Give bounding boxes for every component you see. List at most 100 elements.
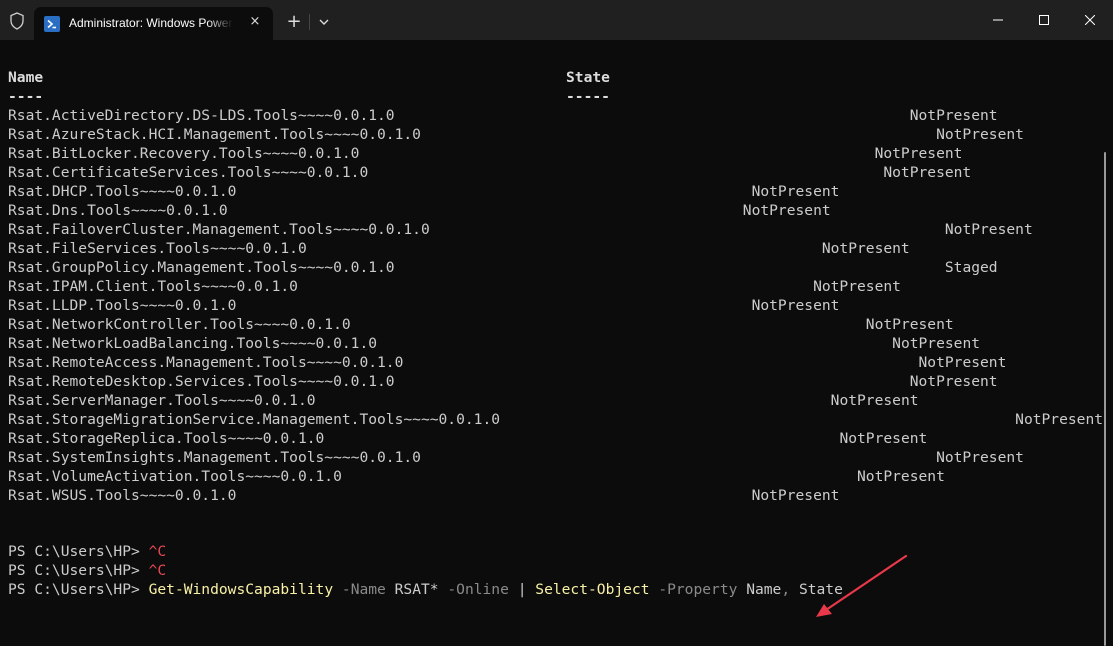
- tab-title: Administrator: Windows PowerShell: [69, 16, 233, 30]
- capability-state: NotPresent: [944, 221, 1033, 238]
- table-row: Rsat.IPAM.Client.Tools~~~~0.0.1.0 NotPres…: [8, 277, 901, 296]
- comma: ,: [781, 581, 791, 598]
- arrow-annotation: [816, 554, 908, 617]
- capability-name: Rsat.IPAM.Client.Tools~~~~0.0.1.0: [8, 278, 298, 295]
- capability-state: NotPresent: [1015, 411, 1104, 428]
- close-button[interactable]: [1067, 0, 1113, 40]
- title-bar: Administrator: Windows PowerShell × +: [0, 0, 1113, 40]
- capability-name: Rsat.LLDP.Tools~~~~0.0.1.0: [8, 297, 237, 314]
- capability-state: NotPresent: [751, 487, 840, 504]
- capability-name: Rsat.RemoteAccess.Management.Tools~~~~0.…: [8, 354, 404, 371]
- shield-icon[interactable]: [7, 11, 27, 31]
- tab-powershell[interactable]: Administrator: Windows PowerShell ×: [34, 7, 273, 40]
- chevron-down-icon[interactable]: [313, 11, 335, 33]
- capability-name: Rsat.WSUS.Tools~~~~0.0.1.0: [8, 487, 237, 504]
- capability-name: Rsat.DHCP.Tools~~~~0.0.1.0: [8, 183, 237, 200]
- capability-state: NotPresent: [830, 392, 919, 409]
- cmdlet-get-windowscapability: Get-WindowsCapability: [148, 581, 334, 598]
- capability-name: Rsat.VolumeActivation.Tools~~~~0.0.1.0: [8, 468, 342, 485]
- name-value: RSAT*: [394, 581, 439, 598]
- capability-state: NotPresent: [821, 240, 910, 257]
- table-row: Rsat.FileServices.Tools~~~~0.0.1.0 NotPre…: [8, 239, 910, 258]
- table-row: Rsat.ActiveDirectory.DS-LDS.Tools~~~~0.0…: [8, 106, 998, 125]
- table-row: Rsat.WSUS.Tools~~~~0.0.1.0 NotPresent: [8, 486, 839, 505]
- property-name: Name: [746, 581, 782, 598]
- table-row: Rsat.StorageReplica.Tools~~~~0.0.1.0 NotP…: [8, 429, 927, 448]
- capability-name: Rsat.CertificateServices.Tools~~~~0.0.1.…: [8, 164, 369, 181]
- underline-name: ----: [8, 88, 44, 105]
- param-online: -Online: [447, 581, 509, 598]
- capability-name: Rsat.FailoverCluster.Management.Tools~~~…: [8, 221, 430, 238]
- capability-state: NotPresent: [813, 278, 901, 295]
- table-row: Rsat.AzureStack.HCI.Management.Tools~~~~…: [8, 125, 1024, 144]
- capability-name: Rsat.Dns.Tools~~~~0.0.1.0: [8, 202, 228, 219]
- tab-close-button[interactable]: ×: [244, 11, 266, 33]
- capability-state: NotPresent: [936, 449, 1024, 466]
- capability-name: Rsat.RemoteDesktop.Services.Tools~~~~0.0…: [8, 373, 395, 390]
- capability-name: Rsat.BitLocker.Recovery.Tools~~~~0.0.1.0: [8, 145, 360, 162]
- capability-state: Staged: [944, 259, 998, 276]
- table-row: Rsat.StorageMigrationService.Management.…: [8, 410, 1103, 429]
- table-row: Rsat.RemoteDesktop.Services.Tools~~~~0.0…: [8, 372, 998, 391]
- maximize-icon: [1039, 15, 1049, 25]
- table-row: Rsat.Dns.Tools~~~~0.0.1.0 NotPresent: [8, 201, 831, 220]
- ctrl-c-text: ^C: [148, 562, 167, 579]
- capability-name: Rsat.NetworkController.Tools~~~~0.0.1.0: [8, 316, 351, 333]
- capability-name: Rsat.AzureStack.HCI.Management.Tools~~~~…: [8, 126, 421, 143]
- vertical-scrollbar[interactable]: [1104, 152, 1106, 646]
- powershell-icon: [44, 16, 60, 32]
- minimize-button[interactable]: [975, 0, 1021, 40]
- table-row: Rsat.CertificateServices.Tools~~~~0.0.1.…: [8, 163, 971, 182]
- new-tab-button[interactable]: +: [283, 11, 305, 33]
- capability-name: Rsat.ActiveDirectory.DS-LDS.Tools~~~~0.0…: [8, 107, 395, 124]
- capability-state: NotPresent: [839, 430, 928, 447]
- table-row: Rsat.FailoverCluster.Management.Tools~~~…: [8, 220, 1033, 239]
- capability-state: NotPresent: [865, 316, 954, 333]
- header-name: Name: [8, 69, 44, 86]
- column-header-row: Name State: [8, 68, 610, 87]
- table-row: Rsat.VolumeActivation.Tools~~~~0.0.1.0 No…: [8, 467, 945, 486]
- capability-state: NotPresent: [742, 202, 831, 219]
- capability-state: NotPresent: [918, 354, 1007, 371]
- param-property: -Property: [658, 581, 738, 598]
- capability-name: Rsat.SystemInsights.Management.Tools~~~~…: [8, 449, 421, 466]
- tab-divider: [309, 14, 310, 30]
- capability-name: Rsat.FileServices.Tools~~~~0.0.1.0: [8, 240, 307, 257]
- minimize-icon: [993, 19, 1003, 21]
- capability-name: Rsat.StorageReplica.Tools~~~~0.0.1.0: [8, 430, 325, 447]
- prompt-line: PS C:\Users\HP> ^C: [8, 542, 166, 561]
- table-row: Rsat.NetworkController.Tools~~~~0.0.1.0 N…: [8, 315, 954, 334]
- capability-state: NotPresent: [909, 373, 998, 390]
- table-row: Rsat.DHCP.Tools~~~~0.0.1.0 NotPresent: [8, 182, 839, 201]
- capability-state: NotPresent: [874, 145, 963, 162]
- capability-state: NotPresent: [936, 126, 1024, 143]
- ctrl-c-text: ^C: [148, 543, 167, 560]
- prompt-text: PS C:\Users\HP>: [8, 581, 149, 598]
- command-line[interactable]: PS C:\Users\HP> Get-WindowsCapability -N…: [8, 580, 843, 599]
- capability-name: Rsat.ServerManager.Tools~~~~0.0.1.0: [8, 392, 316, 409]
- prompt-text: PS C:\Users\HP>: [8, 562, 149, 579]
- table-row: Rsat.NetworkLoadBalancing.Tools~~~~0.0.1…: [8, 334, 980, 353]
- capability-state: NotPresent: [892, 335, 981, 352]
- prompt-text: PS C:\Users\HP>: [8, 543, 149, 560]
- capability-state: NotPresent: [857, 468, 945, 485]
- maximize-button[interactable]: [1021, 0, 1067, 40]
- param-name: -Name: [341, 581, 386, 598]
- table-row: Rsat.LLDP.Tools~~~~0.0.1.0 NotPresent: [8, 296, 839, 315]
- table-row: Rsat.RemoteAccess.Management.Tools~~~~0.…: [8, 353, 1006, 372]
- table-row: Rsat.BitLocker.Recovery.Tools~~~~0.0.1.0…: [8, 144, 962, 163]
- table-row: Rsat.SystemInsights.Management.Tools~~~~…: [8, 448, 1024, 467]
- close-icon: [1085, 15, 1095, 25]
- capability-state: NotPresent: [751, 183, 840, 200]
- capability-name: Rsat.StorageMigrationService.Management.…: [8, 411, 501, 428]
- header-underline-row: ---- -----: [8, 87, 610, 106]
- terminal-output[interactable]: Name State ---- ----- Rsat.ActiveDirectory…: [0, 40, 1113, 646]
- cmdlet-select-object: Select-Object: [535, 581, 650, 598]
- capability-name: Rsat.NetworkLoadBalancing.Tools~~~~0.0.1…: [8, 335, 378, 352]
- capability-state: NotPresent: [751, 297, 840, 314]
- capability-state: NotPresent: [909, 107, 998, 124]
- header-state: State: [566, 69, 610, 86]
- capability-name: Rsat.GroupPolicy.Management.Tools~~~~0.0…: [8, 259, 395, 276]
- prompt-line: PS C:\Users\HP> ^C: [8, 561, 166, 580]
- pipe-operator: |: [517, 581, 527, 598]
